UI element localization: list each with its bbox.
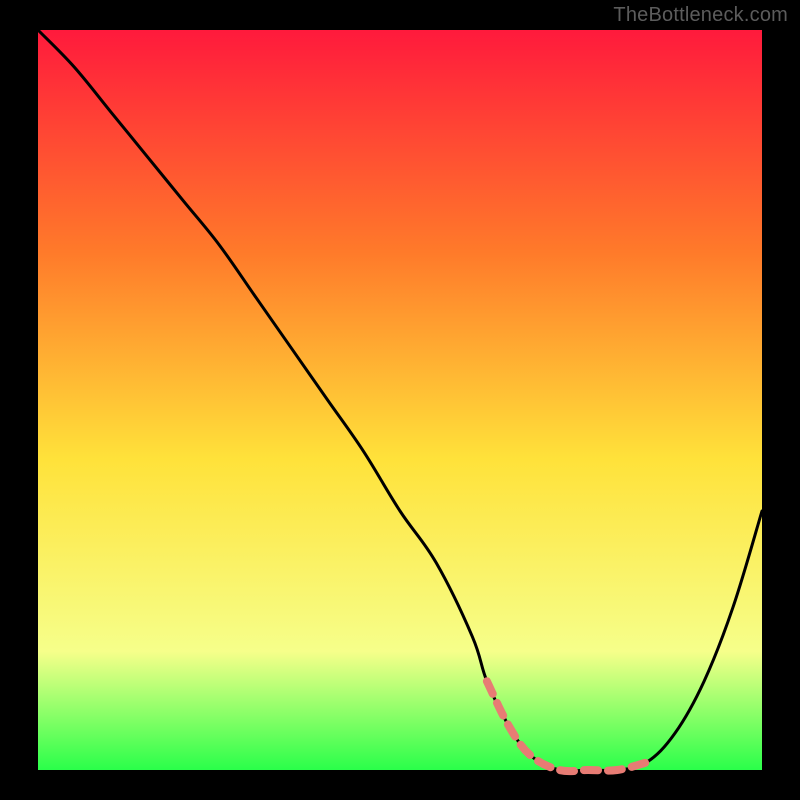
chart-stage: TheBottleneck.com — [0, 0, 800, 800]
bottleneck-chart — [0, 0, 800, 800]
plot-background — [38, 30, 762, 770]
watermark-text: TheBottleneck.com — [613, 4, 788, 27]
